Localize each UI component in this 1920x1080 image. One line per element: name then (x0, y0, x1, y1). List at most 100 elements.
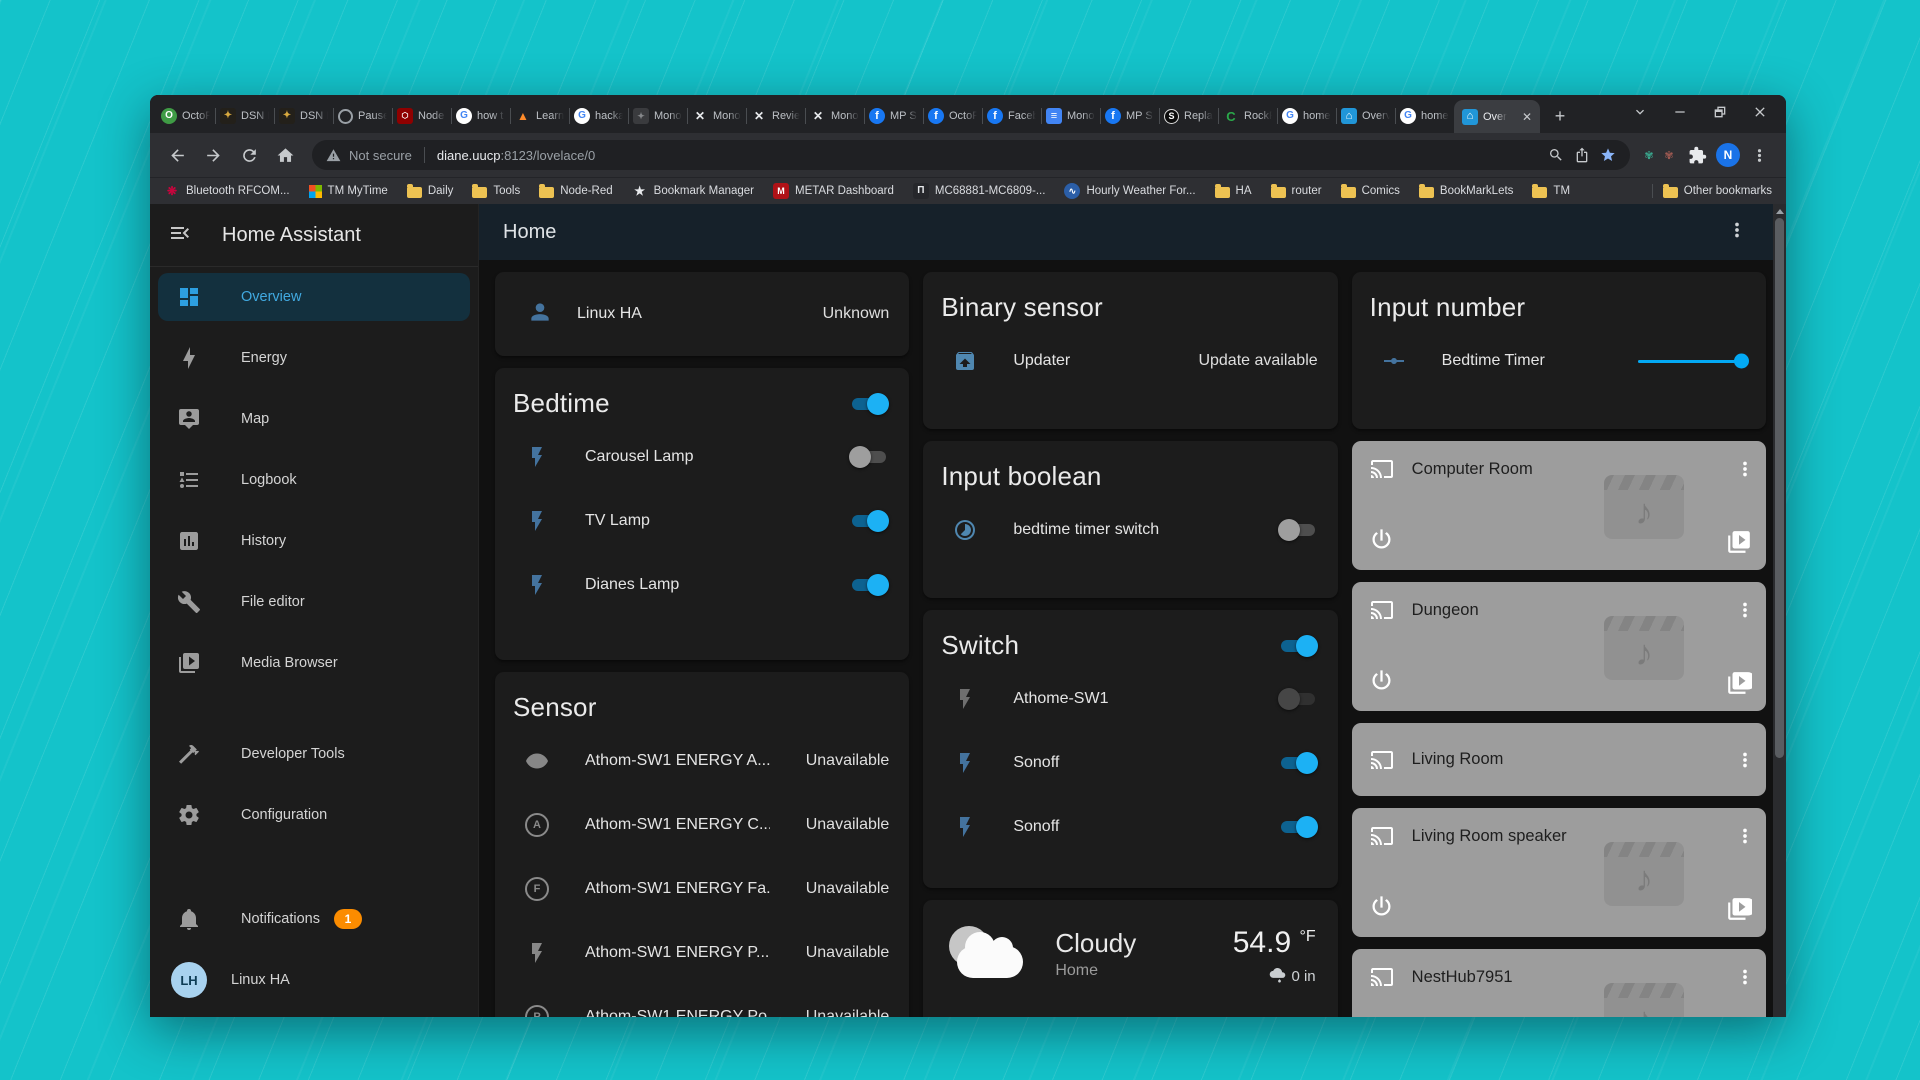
entity-toggle[interactable] (849, 447, 889, 467)
tab-close-icon[interactable]: ✕ (1522, 110, 1532, 124)
active-tab[interactable]: Overview ✕ (1454, 100, 1540, 133)
new-tab-button[interactable]: + (1546, 102, 1574, 130)
bookmark-item[interactable]: BookMarkLets (1419, 184, 1514, 198)
bookmark-star-icon[interactable] (1600, 147, 1616, 163)
entity-row[interactable]: F Athom-SW1 ENERGY Fa... Unavailable (495, 857, 909, 921)
browser-tab[interactable]: home (1277, 99, 1336, 133)
entity-row[interactable]: Sonoff (923, 795, 1337, 859)
switch-master-toggle[interactable] (1278, 636, 1318, 656)
sidebar-item-file-editor[interactable]: File editor (158, 578, 470, 626)
browser-tab[interactable]: Mono (805, 99, 864, 133)
browser-tab[interactable]: Pause (333, 99, 392, 133)
scrollbar-thumb[interactable] (1775, 218, 1784, 758)
entity-toggle[interactable] (849, 575, 889, 595)
entity-toggle[interactable] (1278, 689, 1318, 709)
bookmark-item[interactable]: TM MyTime (309, 185, 388, 198)
media-kebab-icon[interactable] (1734, 458, 1756, 480)
browser-tab[interactable]: Repla (1159, 99, 1218, 133)
browser-tab[interactable]: Revie (746, 99, 805, 133)
power-button-icon[interactable] (1368, 526, 1395, 558)
entity-toggle[interactable] (1278, 753, 1318, 773)
entity-toggle[interactable] (849, 511, 889, 531)
browse-media-icon[interactable] (1726, 896, 1752, 927)
weather-card[interactable]: Cloudy Home 54.9 °F 0 in (923, 900, 1337, 1017)
bookmark-item[interactable]: MC68881-MC6809-... (913, 183, 1046, 199)
page-scrollbar[interactable] (1773, 204, 1786, 1017)
entity-toggle[interactable] (1278, 817, 1318, 837)
tab-search-chevron-icon[interactable] (1620, 95, 1660, 129)
extensions-puzzle-icon[interactable] (1680, 138, 1714, 172)
back-button[interactable] (160, 138, 194, 172)
browser-tab[interactable]: Mono (628, 99, 687, 133)
entity-row[interactable]: A Athom-SW1 ENERGY C... Unavailable (495, 793, 909, 857)
entity-row[interactable]: Athome-SW1 (923, 667, 1337, 731)
entity-row[interactable]: bedtime timer switch (923, 498, 1337, 562)
scroll-up-arrow-icon[interactable] (1773, 204, 1786, 218)
other-bookmarks[interactable]: Other bookmarks (1663, 184, 1772, 198)
bookmark-item[interactable]: Bluetooth RFCOM... (164, 183, 290, 199)
sidebar-toggle-icon[interactable] (168, 221, 192, 250)
share-icon[interactable] (1574, 147, 1590, 163)
bookmark-item[interactable]: router (1271, 184, 1322, 198)
header-kebab-icon[interactable] (1726, 219, 1748, 246)
entity-row[interactable]: Updater Update available (923, 329, 1337, 393)
entity-row[interactable]: Athom-SW1 ENERGY A... Unavailable (495, 729, 909, 793)
browser-tab[interactable]: OctoP (156, 99, 215, 133)
person-card[interactable]: Linux HA Unknown (495, 272, 909, 356)
browse-media-icon[interactable] (1726, 529, 1752, 560)
entity-row[interactable]: Bedtime Timer (1352, 329, 1766, 393)
sidebar-item-developer-tools[interactable]: Developer Tools (158, 730, 470, 778)
browser-tab[interactable]: DSN N (215, 99, 274, 133)
maximize-button[interactable] (1700, 95, 1740, 129)
zoom-icon[interactable] (1548, 147, 1564, 163)
sidebar-item-media-browser[interactable]: Media Browser (158, 639, 470, 687)
browser-tab[interactable]: Mono (687, 99, 746, 133)
media-player-card[interactable]: Dungeon (1352, 582, 1766, 711)
media-kebab-icon[interactable] (1734, 825, 1756, 847)
bedtime-timer-slider[interactable] (1638, 360, 1746, 363)
bookmark-item[interactable]: HA (1215, 184, 1252, 198)
bookmark-item[interactable]: METAR Dashboard (773, 183, 894, 199)
extension-dark-icon[interactable]: ✾ (1660, 146, 1678, 164)
power-button-icon[interactable] (1368, 893, 1395, 925)
browse-media-icon[interactable] (1726, 670, 1752, 701)
browser-tab[interactable]: MP S (1100, 99, 1159, 133)
sidebar-item-overview[interactable]: Overview (158, 273, 470, 321)
browser-tab[interactable]: MP S (864, 99, 923, 133)
browser-tab[interactable]: how t (451, 99, 510, 133)
bookmark-item[interactable]: Bookmark Manager (632, 183, 754, 199)
entity-row[interactable]: P Athom-SW1 ENERGY Po... Unavailable (495, 985, 909, 1017)
power-button-icon[interactable] (1368, 667, 1395, 699)
sidebar-item-map[interactable]: Map (158, 395, 470, 443)
browser-tab[interactable]: Mono (1041, 99, 1100, 133)
sidebar-item-notifications[interactable]: Notifications 1 (158, 895, 470, 943)
browser-tab[interactable]: Learn (510, 99, 569, 133)
entity-row[interactable]: TV Lamp (495, 489, 909, 553)
media-kebab-icon[interactable] (1734, 966, 1756, 988)
browser-tab[interactable]: Overv (1336, 99, 1395, 133)
sidebar-item-history[interactable]: History (158, 517, 470, 565)
media-player-card[interactable]: Computer Room (1352, 441, 1766, 570)
entity-toggle[interactable] (1278, 520, 1318, 540)
sidebar-item-logbook[interactable]: Logbook (158, 456, 470, 504)
media-player-card[interactable]: NestHub7951 (1352, 949, 1766, 1017)
address-bar[interactable]: Not secure diane.uucp:8123/lovelace/0 (312, 140, 1630, 170)
bedtime-master-toggle[interactable] (849, 394, 889, 414)
profile-avatar[interactable]: N (1716, 143, 1740, 167)
bookmark-item[interactable]: TM (1532, 184, 1570, 198)
media-player-card[interactable]: Living Room (1352, 723, 1766, 796)
media-keb­ab-icon[interactable] (1734, 599, 1756, 621)
entity-row[interactable]: Carousel Lamp (495, 425, 909, 489)
entity-row[interactable]: Athom-SW1 ENERGY P... Unavailable (495, 921, 909, 985)
bookmark-item[interactable]: Hourly Weather For... (1064, 183, 1195, 199)
browser-tab[interactable]: Node (392, 99, 451, 133)
sidebar-item-configuration[interactable]: Configuration (158, 791, 470, 839)
bookmark-item[interactable]: Daily (407, 184, 454, 198)
browser-tab[interactable]: OctoP (923, 99, 982, 133)
extension-thermal-icon[interactable]: ✾ (1640, 146, 1658, 164)
browser-tab[interactable]: RockP (1218, 99, 1277, 133)
browser-tab[interactable]: DSN N (274, 99, 333, 133)
bookmark-item[interactable]: Node-Red (539, 184, 612, 198)
bookmark-item[interactable]: Tools (472, 184, 520, 198)
browser-tab[interactable]: home (1395, 99, 1454, 133)
